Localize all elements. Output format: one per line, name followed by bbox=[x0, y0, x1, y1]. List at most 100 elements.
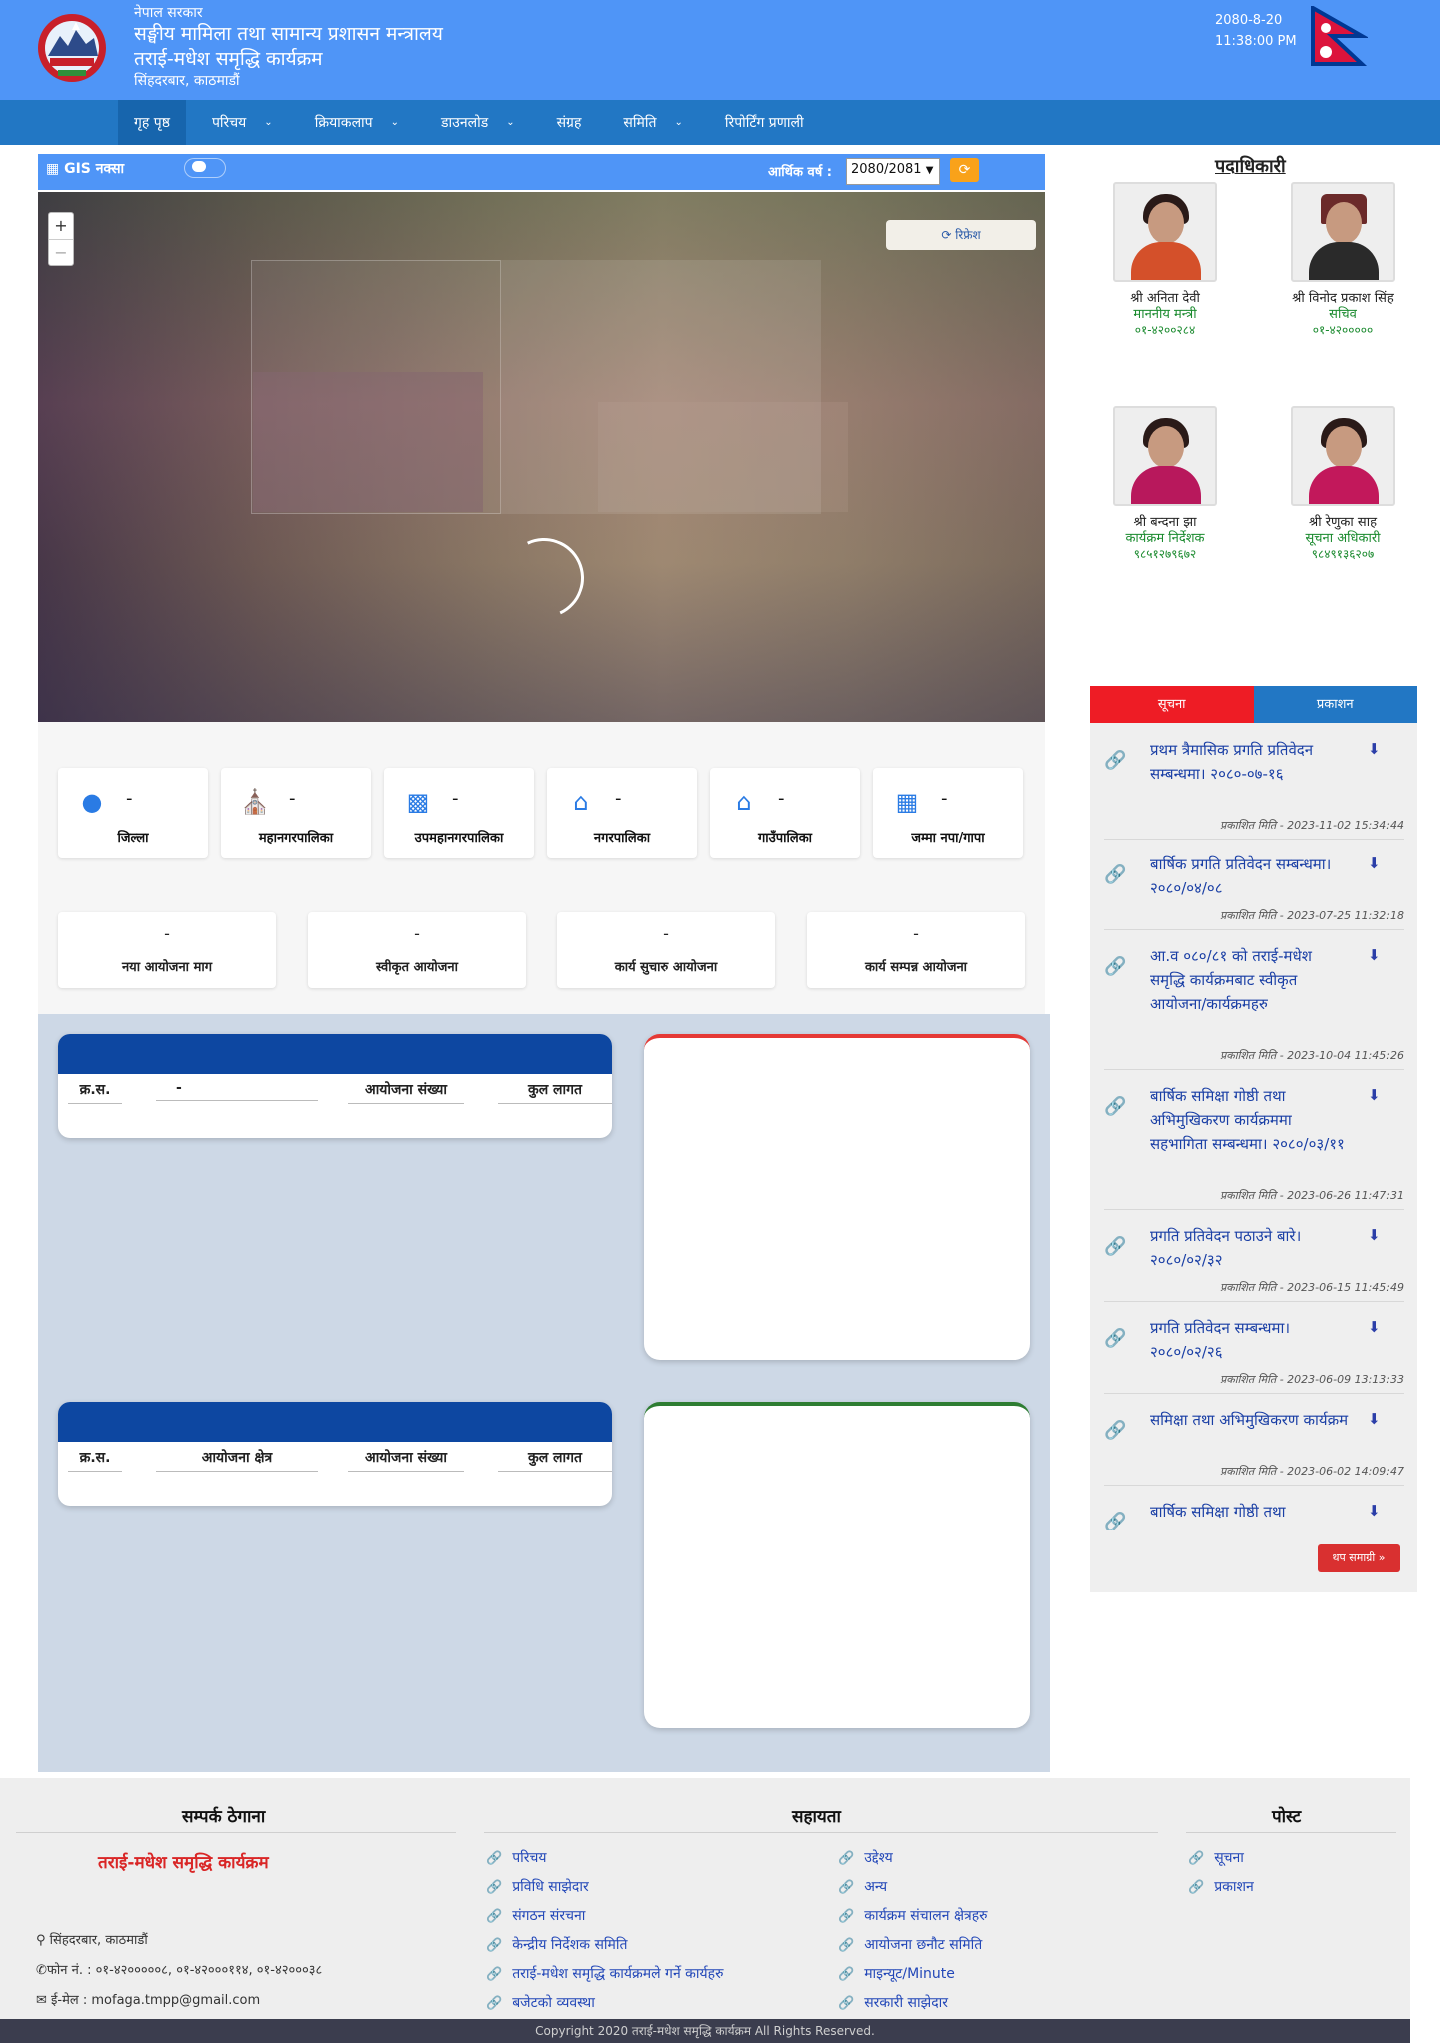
download-icon[interactable]: ⬇ bbox=[1368, 1502, 1381, 1520]
footer-link-label: उद्देश्य bbox=[864, 1850, 893, 1866]
statistics-section: ● - जिल्ला ⛪ - महानगरपालिका ▩ - उपमहानगर… bbox=[38, 722, 1045, 1014]
nav-committee[interactable]: समिति ⌄ bbox=[607, 100, 698, 145]
footer-link[interactable]: 🔗 केन्द्रीय निर्देशक समिति bbox=[486, 1935, 628, 1954]
official-role: सूचना अधिकारी bbox=[1305, 531, 1381, 546]
link-icon: 🔗 bbox=[1104, 1328, 1127, 1349]
column-total-cost: कुल लागत bbox=[498, 1448, 612, 1472]
footer-link[interactable]: 🔗 आयोजना छनौट समिति bbox=[838, 1935, 982, 1954]
official-phone: ०१-४२००२८४ bbox=[1134, 323, 1196, 337]
refresh-button[interactable]: ⟳ bbox=[950, 158, 979, 182]
map-icon: ▦ bbox=[46, 161, 60, 177]
nepal-emblem-logo[interactable] bbox=[28, 10, 116, 86]
download-icon[interactable]: ⬇ bbox=[1368, 740, 1381, 758]
news-title[interactable]: आ.व ०८०/८१ को तराई-मधेश समृद्धि कार्यक्र… bbox=[1150, 944, 1350, 1016]
nav-download[interactable]: डाउनलोड ⌄ bbox=[425, 100, 531, 145]
footer-link[interactable]: 🔗 परिचय bbox=[486, 1848, 547, 1867]
office-address: सिंहदरबार, काठमाडौं bbox=[134, 73, 240, 89]
link-icon: 🔗 bbox=[1104, 864, 1127, 885]
news-item[interactable]: 🔗 प्रगति प्रतिवेदन सम्बन्धमा। २०८०/०२/२६… bbox=[1104, 1316, 1404, 1394]
news-title[interactable]: प्रथम त्रैमासिक प्रगति प्रतिवेदन सम्बन्ध… bbox=[1150, 738, 1350, 786]
link-icon: 🔗 bbox=[838, 1851, 855, 1866]
footer-link[interactable]: 🔗 प्रविधि साझेदार bbox=[486, 1877, 589, 1896]
chevron-down-icon: ⌄ bbox=[506, 117, 515, 128]
tab-publication[interactable]: प्रकाशन bbox=[1253, 686, 1417, 723]
download-icon[interactable]: ⬇ bbox=[1368, 946, 1381, 964]
map-region bbox=[251, 260, 501, 514]
nav-intro[interactable]: परिचय ⌄ bbox=[196, 100, 289, 145]
nav-intro-label: परिचय bbox=[211, 115, 247, 131]
gis-toggle[interactable] bbox=[148, 156, 230, 182]
news-item[interactable]: 🔗 बार्षिक समिक्षा गोष्ठी तथा अभिमुखिकरण … bbox=[1104, 1084, 1404, 1210]
news-title[interactable]: बार्षिक समिक्षा गोष्ठी तथा अभिमुखिकरण का… bbox=[1150, 1084, 1350, 1156]
footer-link[interactable]: 🔗 अन्य bbox=[838, 1877, 887, 1896]
footer-link[interactable]: 🔗 माइन्यूट/Minute bbox=[838, 1964, 955, 1983]
city-hall-icon: ⛪ bbox=[240, 788, 270, 816]
footer-link[interactable]: 🔗 सरकारी साझेदार bbox=[838, 1993, 948, 2012]
official-name: श्री रेणुका साह bbox=[1309, 515, 1377, 530]
table-header: क्र.स. आयोजना क्षेत्र आयोजना संख्या कुल … bbox=[58, 1448, 612, 1478]
link-icon: 🔗 bbox=[486, 1880, 503, 1895]
nav-activities[interactable]: क्रियाकलाप ⌄ bbox=[299, 100, 415, 145]
news-item[interactable]: 🔗 प्रगति प्रतिवेदन पठाउने बारे। २०८०/०२/… bbox=[1104, 1224, 1404, 1302]
news-title[interactable]: प्रगति प्रतिवेदन सम्बन्धमा। २०८०/०२/२६ bbox=[1150, 1316, 1350, 1364]
news-item[interactable]: 🔗 बार्षिक समिक्षा गोष्ठी तथा ⬇ bbox=[1104, 1500, 1404, 1530]
tab-notice[interactable]: सूचना bbox=[1090, 686, 1254, 723]
zoom-out-button[interactable]: − bbox=[49, 239, 73, 265]
footer-link-label: आयोजना छनौट समिति bbox=[864, 1937, 983, 1953]
footer-link[interactable]: 🔗 सूचना bbox=[1188, 1848, 1244, 1867]
official-phone: ९८५१२७९६७२ bbox=[1133, 547, 1197, 561]
stat-label: जम्मा नपा/गापा bbox=[911, 831, 985, 846]
news-title[interactable]: बार्षिक समिक्षा गोष्ठी तथा bbox=[1150, 1500, 1350, 1524]
download-icon[interactable]: ⬇ bbox=[1368, 854, 1381, 872]
download-icon[interactable]: ⬇ bbox=[1368, 1318, 1381, 1336]
nepal-flag-icon bbox=[1311, 6, 1368, 66]
footer-link[interactable]: 🔗 उद्देश्य bbox=[838, 1848, 893, 1867]
download-icon[interactable]: ⬇ bbox=[1368, 1086, 1381, 1104]
more-button[interactable]: थप समाग्री » bbox=[1318, 1544, 1400, 1572]
link-icon: 🔗 bbox=[486, 1996, 503, 2011]
news-title[interactable]: बार्षिक प्रगति प्रतिवेदन सम्बन्धमा।२०८०/… bbox=[1150, 852, 1350, 900]
news-item[interactable]: 🔗 समिक्षा तथा अभिमुखिकरण कार्यक्रम ⬇ प्र… bbox=[1104, 1408, 1404, 1486]
column-project-area: आयोजना क्षेत्र bbox=[156, 1448, 318, 1472]
stat-value: - bbox=[126, 788, 133, 809]
download-icon[interactable]: ⬇ bbox=[1368, 1410, 1381, 1428]
news-item[interactable]: 🔗 प्रथम त्रैमासिक प्रगति प्रतिवेदन सम्बन… bbox=[1104, 738, 1404, 840]
divider bbox=[484, 1832, 1158, 1833]
current-time: 11:38:00 PM bbox=[1215, 34, 1297, 49]
zoom-control: + − bbox=[48, 212, 74, 266]
footer-link-label: केन्द्रीय निर्देशक समिति bbox=[512, 1937, 628, 1953]
footer-link-label: कार्यक्रम संचालन क्षेत्रहरु bbox=[864, 1908, 988, 1924]
map-refresh-label: रिफ्रेश bbox=[955, 228, 981, 242]
official-card: श्री रेणुका साह सूचना अधिकारी ९८४९१३६२०७ bbox=[1258, 406, 1428, 562]
stat-card-metropolitan: ⛪ - महानगरपालिका bbox=[221, 768, 371, 858]
map-region bbox=[501, 260, 821, 514]
news-item[interactable]: 🔗 आ.व ०८०/८१ को तराई-मधेश समृद्धि कार्यक… bbox=[1104, 944, 1404, 1070]
nav-committee-label: समिति bbox=[623, 115, 657, 131]
news-title[interactable]: प्रगति प्रतिवेदन पठाउने बारे। २०८०/०२/३२ bbox=[1150, 1224, 1350, 1272]
nav-reporting[interactable]: रिपोर्टिंग प्रणाली bbox=[709, 100, 820, 145]
zoom-in-button[interactable]: + bbox=[49, 213, 73, 239]
footer-link[interactable]: 🔗 बजेटको व्यवस्था bbox=[486, 1993, 595, 2012]
footer-link[interactable]: 🔗 कार्यक्रम संचालन क्षेत्रहरु bbox=[838, 1906, 988, 1925]
phone-icon: ✆ bbox=[36, 1963, 47, 1978]
stat-label: गाउँपालिका bbox=[757, 831, 813, 846]
nav-home[interactable]: गृह पृष्ठ bbox=[118, 100, 186, 145]
footer-email[interactable]: mofaga.tmpp@gmail.com bbox=[91, 1993, 260, 2008]
news-title[interactable]: समिक्षा तथा अभिमुखिकरण कार्यक्रम bbox=[1150, 1408, 1350, 1432]
footer-link[interactable]: 🔗 संगठन संरचना bbox=[486, 1906, 585, 1925]
project-card-new: - नया आयोजना माग bbox=[58, 912, 276, 988]
footer-link[interactable]: 🔗 प्रकाशन bbox=[1188, 1877, 1254, 1896]
map-refresh-button[interactable]: ⟳ रिफ्रेश bbox=[886, 220, 1036, 250]
news-date: प्रकाशित मिति - 2023-06-15 11:45:49 bbox=[1220, 1281, 1404, 1294]
village-icon: ⌂ bbox=[736, 788, 752, 816]
nav-gallery[interactable]: संग्रह bbox=[541, 100, 598, 145]
stat-label: जिल्ला bbox=[117, 831, 149, 846]
download-icon[interactable]: ⬇ bbox=[1368, 1226, 1381, 1244]
gis-map[interactable]: + − ⟳ रिफ्रेश bbox=[38, 192, 1045, 722]
location-icon: ⚲ bbox=[36, 1933, 46, 1948]
news-item[interactable]: 🔗 बार्षिक प्रगति प्रतिवेदन सम्बन्धमा।२०८… bbox=[1104, 852, 1404, 930]
fiscal-year-select[interactable]: 2080/2081 ▼ bbox=[846, 158, 940, 185]
link-icon: 🔗 bbox=[1104, 1420, 1127, 1441]
footer-link[interactable]: 🔗 तराई-मधेश समृद्धि कार्यक्रमले गर्ने कार… bbox=[486, 1964, 723, 1983]
link-icon: 🔗 bbox=[486, 1967, 503, 1982]
